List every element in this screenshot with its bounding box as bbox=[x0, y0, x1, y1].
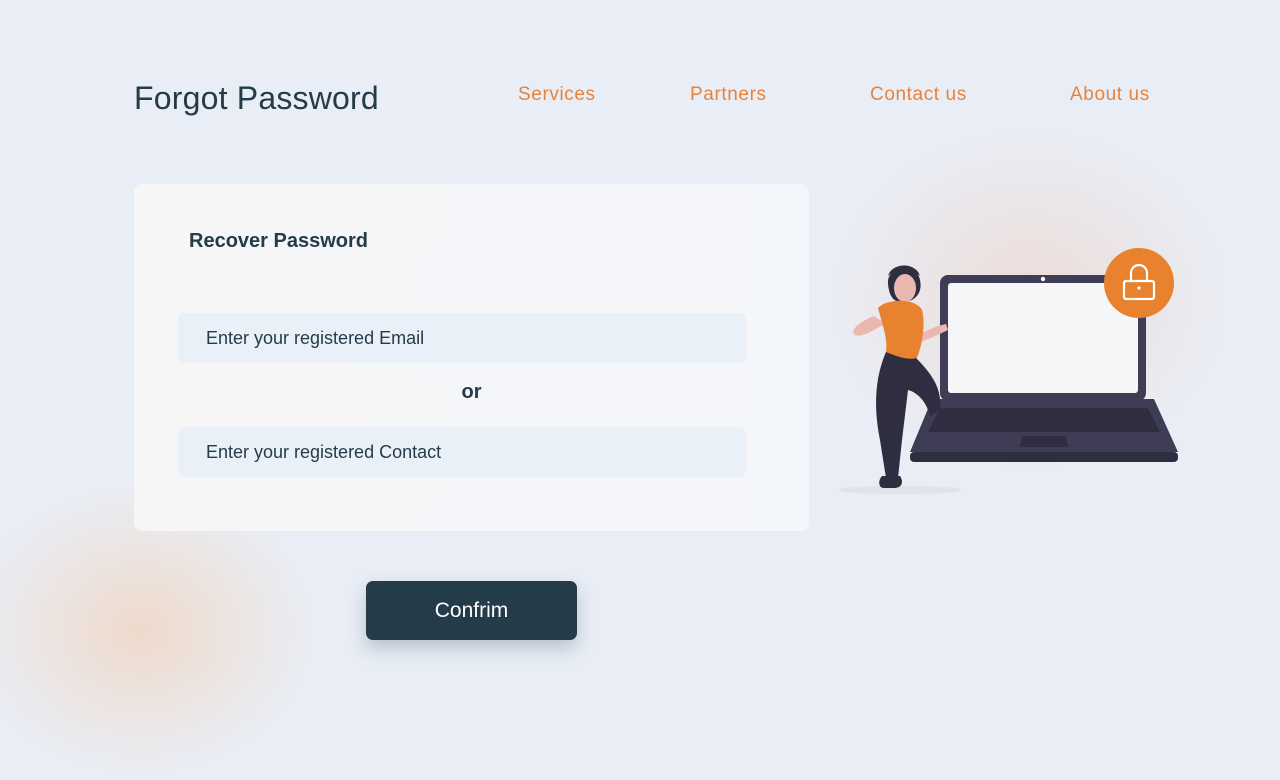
page-title: Forgot Password bbox=[134, 80, 379, 116]
nav-contact-us-link[interactable]: Contact us bbox=[870, 84, 967, 106]
lock-icon bbox=[1104, 248, 1174, 318]
contact-field[interactable] bbox=[178, 427, 746, 477]
security-illustration bbox=[838, 248, 1178, 494]
nav-about-us-link[interactable]: About us bbox=[1070, 84, 1150, 106]
nav-partners-link[interactable]: Partners bbox=[690, 84, 767, 106]
card-title: Recover Password bbox=[189, 230, 368, 252]
email-field[interactable] bbox=[178, 313, 746, 363]
ground-shadow bbox=[838, 486, 962, 494]
nav-services-link[interactable]: Services bbox=[518, 84, 596, 106]
or-separator: or bbox=[461, 381, 482, 403]
confirm-button[interactable]: Confrim bbox=[366, 581, 577, 640]
recover-password-card: Recover Password or bbox=[134, 184, 809, 531]
